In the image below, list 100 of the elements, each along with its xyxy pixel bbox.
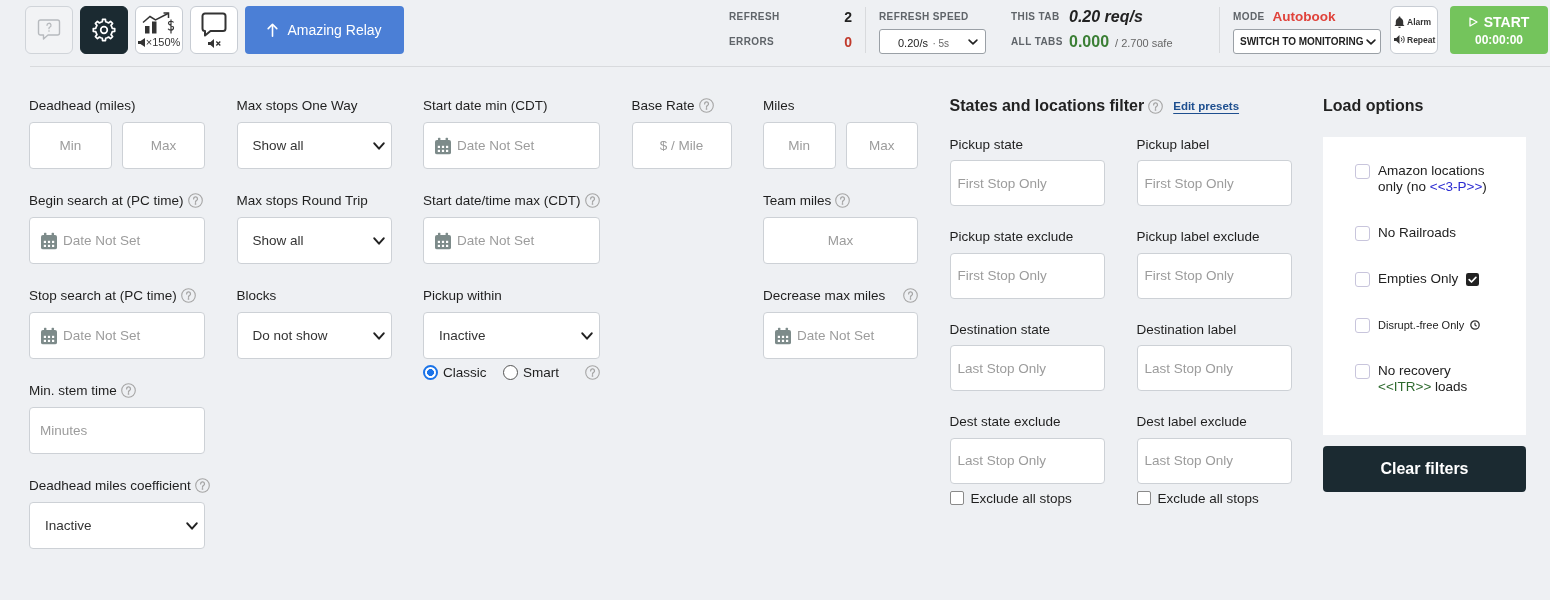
checkbox[interactable] [1355,364,1370,379]
text-input[interactable]: Minutes [29,407,205,454]
edit-presets-link[interactable]: Edit presets [1173,100,1240,112]
dropdown[interactable]: Inactive [423,312,600,359]
mode-label: MODE [1233,10,1265,22]
radio-label[interactable]: Smart [523,364,559,380]
mode-value: Autobook [1272,8,1336,24]
chart-icon [142,12,176,34]
chevron-icon [372,236,385,245]
chart-button[interactable]: ×150% [135,6,183,54]
option-label[interactable]: No recovery <<ITR>> loads [1378,363,1502,395]
clock-icon [1470,320,1481,330]
option-label[interactable]: Amazon locations only (no <<3-P>>) [1378,163,1502,195]
checkbox[interactable] [1355,226,1370,241]
field-label: Start date min (CDT) [423,97,548,113]
number-input[interactable]: Max [763,217,918,264]
play-icon [1468,16,1478,27]
text-input[interactable]: Last Stop Only [949,437,1105,484]
bell-icon [1394,15,1405,28]
help-icon[interactable] [835,192,851,208]
alarm-button[interactable]: Alarm Repeat [1390,6,1438,54]
field-label: Pickup within [423,287,502,303]
muted-speaker-icon [207,39,221,48]
field-label: Pickup state [949,136,1024,152]
text-input[interactable]: Last Stop Only [1136,345,1292,391]
calendar-icon [775,327,791,344]
option-label[interactable]: Empties Only [1378,271,1459,287]
field-label: Min. stem time [29,382,117,398]
rate-value: 0.20 req/s [1069,7,1143,26]
radio-button[interactable] [423,364,438,380]
help-icon[interactable] [584,192,600,208]
checkbox[interactable] [1355,164,1370,179]
date-input[interactable]: Date Not Set [423,217,600,264]
help-icon[interactable] [120,382,136,398]
help-icon[interactable] [180,287,196,303]
radio-label[interactable]: Classic [443,364,487,380]
date-input[interactable]: Date Not Set [763,312,918,359]
field-label: Begin search at (PC time) [29,192,184,208]
speech-bubble-icon [201,12,227,37]
number-input[interactable]: Min [763,122,836,169]
relay-button[interactable]: Amazing Relay [245,6,404,54]
text-input[interactable]: Last Stop Only [1136,437,1292,484]
field-label: Stop search at (PC time) [29,287,177,303]
text-input[interactable]: First Stop Only [949,252,1105,299]
radio-button[interactable] [503,364,518,380]
field-label: Pickup state exclude [949,229,1074,244]
section-title: Load options [1323,96,1425,116]
dropdown[interactable]: Do not show [236,312,392,359]
date-input[interactable]: Date Not Set [29,217,205,264]
rate-label: THIS TAB [1011,11,1061,22]
number-input[interactable]: Max [845,122,918,169]
option-label[interactable]: Disrupt.-free Only [1378,317,1465,333]
clear-filters-button[interactable]: Clear filters [1323,446,1526,492]
rate-value: 0.000 [1069,32,1110,51]
help-icon[interactable] [903,287,918,303]
help-icon[interactable] [585,364,600,380]
dropdown[interactable]: Show all [236,217,392,264]
text-input[interactable]: First Stop Only [949,160,1105,206]
number-input[interactable]: Min [29,122,112,169]
message-button[interactable] [190,6,238,54]
text-input[interactable]: Last Stop Only [949,345,1105,391]
date-input[interactable]: Date Not Set [29,312,205,359]
field-label: Team miles [763,192,832,208]
calendar-icon [435,137,451,154]
help-icon[interactable] [698,97,714,113]
stat-value: 2 [844,8,852,25]
checkbox-label[interactable]: Exclude all stops [970,490,1072,506]
speaker-icon [137,37,145,47]
checkbox[interactable] [949,491,964,505]
option-label[interactable]: No Railroads [1378,225,1457,241]
field-label: Pickup label [1136,136,1210,152]
dropdown[interactable]: Inactive [29,502,205,549]
field-label: Dest label exclude [1136,414,1247,429]
field-label: Deadhead (miles) [29,97,136,113]
date-input[interactable]: Date Not Set [423,122,600,169]
mode-dropdown[interactable]: SWITCH TO MONITORING [1233,29,1381,54]
checkbox[interactable] [1355,318,1370,333]
dropdown[interactable]: Show all [236,122,392,169]
text-input[interactable]: First Stop Only [1136,252,1292,299]
help-bubble-icon [37,19,61,41]
stat-label: ERRORS [729,36,776,47]
number-input[interactable]: Max [122,122,205,169]
rate-limit-text: / 2.700 safe [1115,36,1173,49]
speed-dropdown[interactable]: 0.20/s · 5s [879,29,986,54]
field-label: Base Rate [631,97,695,113]
help-icon[interactable] [187,192,203,208]
gear-icon [92,18,116,42]
checkbox[interactable] [1355,272,1370,287]
number-input[interactable]: $ / Mile [631,122,732,169]
settings-button[interactable] [80,6,128,54]
text-input[interactable]: First Stop Only [1136,160,1292,206]
chevron-icon [372,141,385,150]
chevron-icon [968,38,978,45]
field-label: Miles [763,97,795,113]
checkbox[interactable] [1136,491,1151,505]
help-icon[interactable] [194,477,210,493]
help-icon[interactable] [1148,98,1164,114]
checkbox-label[interactable]: Exclude all stops [1157,490,1259,506]
field-label: Decrease max miles [763,287,886,303]
field-label: Start date/time max (CDT) [423,192,581,208]
